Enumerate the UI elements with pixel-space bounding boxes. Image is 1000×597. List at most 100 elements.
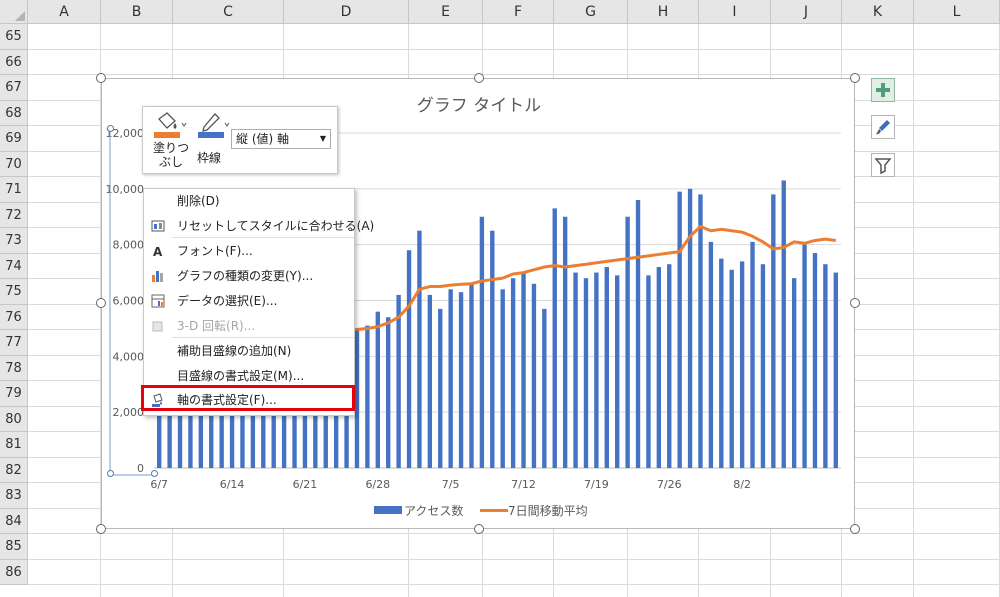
bar[interactable] <box>833 272 838 468</box>
resize-handle-bottom[interactable] <box>474 524 484 534</box>
menu-item-3[interactable]: グラフの種類の変更(Y)... <box>144 264 354 288</box>
row-header-81[interactable]: 81 <box>0 432 28 458</box>
bar[interactable] <box>760 264 766 468</box>
bar[interactable] <box>396 294 401 468</box>
bar[interactable] <box>635 200 641 468</box>
row-header-85[interactable]: 85 <box>0 534 28 560</box>
chart-filters-button[interactable] <box>871 153 895 177</box>
fill-button[interactable]: 塗りつ ぶし <box>151 111 189 169</box>
row-header-75[interactable]: 75 <box>0 279 28 305</box>
x-tick-label[interactable]: 7/5 <box>442 478 460 491</box>
y-tick-label[interactable]: 0 <box>137 462 144 475</box>
row-header-83[interactable]: 83 <box>0 483 28 509</box>
x-tick-label[interactable]: 6/14 <box>220 478 245 491</box>
bar[interactable] <box>812 253 818 468</box>
bar[interactable] <box>594 272 599 468</box>
row-header-66[interactable]: 66 <box>0 49 28 75</box>
axis-handle-bottom-right[interactable] <box>151 470 158 477</box>
row-header-70[interactable]: 70 <box>0 151 28 177</box>
bar[interactable] <box>542 308 547 469</box>
bar[interactable] <box>469 283 474 468</box>
menu-item-6[interactable]: 補助目盛線の追加(N) <box>144 339 354 363</box>
y-tick-label[interactable]: 10,000 <box>106 183 145 196</box>
resize-handle-bottom-right[interactable] <box>850 524 860 534</box>
select-all-corner[interactable] <box>0 0 28 24</box>
x-tick-label[interactable]: 8/2 <box>733 478 751 491</box>
bar[interactable] <box>646 275 651 468</box>
column-header-k[interactable]: K <box>842 0 914 24</box>
resize-handle-left[interactable] <box>96 298 106 308</box>
bar[interactable] <box>791 278 797 468</box>
bar[interactable] <box>698 194 703 469</box>
bar[interactable] <box>687 188 693 468</box>
column-header-i[interactable]: I <box>699 0 771 24</box>
bar[interactable] <box>708 241 714 468</box>
bar[interactable] <box>781 180 786 468</box>
bar[interactable] <box>739 261 745 468</box>
column-header-c[interactable]: C <box>173 0 284 24</box>
bar[interactable] <box>562 216 568 468</box>
row-header-65[interactable]: 65 <box>0 24 28 50</box>
x-tick-label[interactable]: 7/26 <box>657 478 682 491</box>
column-header-e[interactable]: E <box>409 0 483 24</box>
bar[interactable] <box>604 267 609 468</box>
outline-button[interactable]: 枠線 <box>195 111 231 169</box>
x-tick-label[interactable]: 7/12 <box>511 478 536 491</box>
column-header-b[interactable]: B <box>101 0 173 24</box>
bar[interactable] <box>719 258 724 469</box>
legend-bar-label[interactable]: アクセス数 <box>404 502 463 519</box>
column-header-j[interactable]: J <box>771 0 842 24</box>
bar[interactable] <box>750 241 755 468</box>
y-tick-label[interactable]: 8,000 <box>113 239 145 252</box>
resize-handle-top-right[interactable] <box>850 73 860 83</box>
menu-item-4[interactable]: データの選択(E)... <box>144 289 354 313</box>
bar[interactable] <box>625 216 630 468</box>
resize-handle-bottom-left[interactable] <box>96 524 106 534</box>
row-header-80[interactable]: 80 <box>0 406 28 432</box>
bar[interactable] <box>365 325 370 469</box>
bar[interactable] <box>500 289 505 468</box>
y-tick-label[interactable]: 2,000 <box>113 406 145 419</box>
column-header-f[interactable]: F <box>483 0 554 24</box>
x-tick-label[interactable]: 7/19 <box>584 478 609 491</box>
row-header-82[interactable]: 82 <box>0 457 28 483</box>
chart-element-select[interactable]: 縦 (値) 軸 ▼ <box>231 129 331 149</box>
column-header-h[interactable]: H <box>628 0 699 24</box>
row-header-71[interactable]: 71 <box>0 177 28 203</box>
menu-item-0[interactable]: 削除(D) <box>144 189 354 213</box>
y-tick-label[interactable]: 6,000 <box>113 295 145 308</box>
bar[interactable] <box>802 244 807 468</box>
bar[interactable] <box>531 283 537 468</box>
axis-handle-top[interactable] <box>107 125 114 132</box>
chart-elements-button[interactable] <box>871 78 895 102</box>
bar[interactable] <box>354 328 360 468</box>
column-header-d[interactable]: D <box>284 0 409 24</box>
bar[interactable] <box>521 272 526 468</box>
row-header-69[interactable]: 69 <box>0 126 28 152</box>
bar[interactable] <box>406 250 412 468</box>
x-tick-label[interactable]: 6/7 <box>150 478 168 491</box>
row-header-74[interactable]: 74 <box>0 253 28 279</box>
x-tick-label[interactable]: 6/21 <box>293 478 318 491</box>
menu-item-1[interactable]: リセットしてスタイルに合わせる(A) <box>144 214 374 238</box>
bar[interactable] <box>375 311 380 468</box>
column-header-g[interactable]: G <box>554 0 628 24</box>
axis-handle-bottom-left[interactable] <box>107 470 114 477</box>
row-header-84[interactable]: 84 <box>0 508 28 534</box>
row-header-73[interactable]: 73 <box>0 228 28 254</box>
bar[interactable] <box>386 317 391 468</box>
bar[interactable] <box>438 308 443 469</box>
bar[interactable] <box>615 275 620 468</box>
legend-line-label[interactable]: 7日間移動平均 <box>508 502 588 519</box>
bar[interactable] <box>677 191 682 469</box>
row-header-86[interactable]: 86 <box>0 559 28 585</box>
resize-handle-top-left[interactable] <box>96 73 106 83</box>
bar[interactable] <box>771 194 776 469</box>
column-header-a[interactable]: A <box>28 0 101 24</box>
row-header-76[interactable]: 76 <box>0 304 28 330</box>
bar[interactable] <box>667 264 672 468</box>
bar[interactable] <box>458 292 464 469</box>
resize-handle-top[interactable] <box>474 73 484 83</box>
row-header-77[interactable]: 77 <box>0 330 28 356</box>
bar[interactable] <box>490 230 495 468</box>
